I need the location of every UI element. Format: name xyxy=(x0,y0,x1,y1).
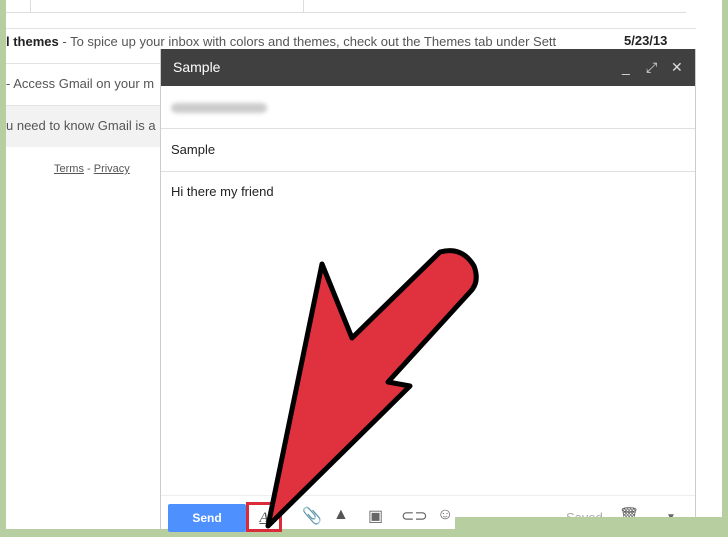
red-arrow-annotation xyxy=(265,248,479,529)
arrow-shape xyxy=(265,248,479,529)
